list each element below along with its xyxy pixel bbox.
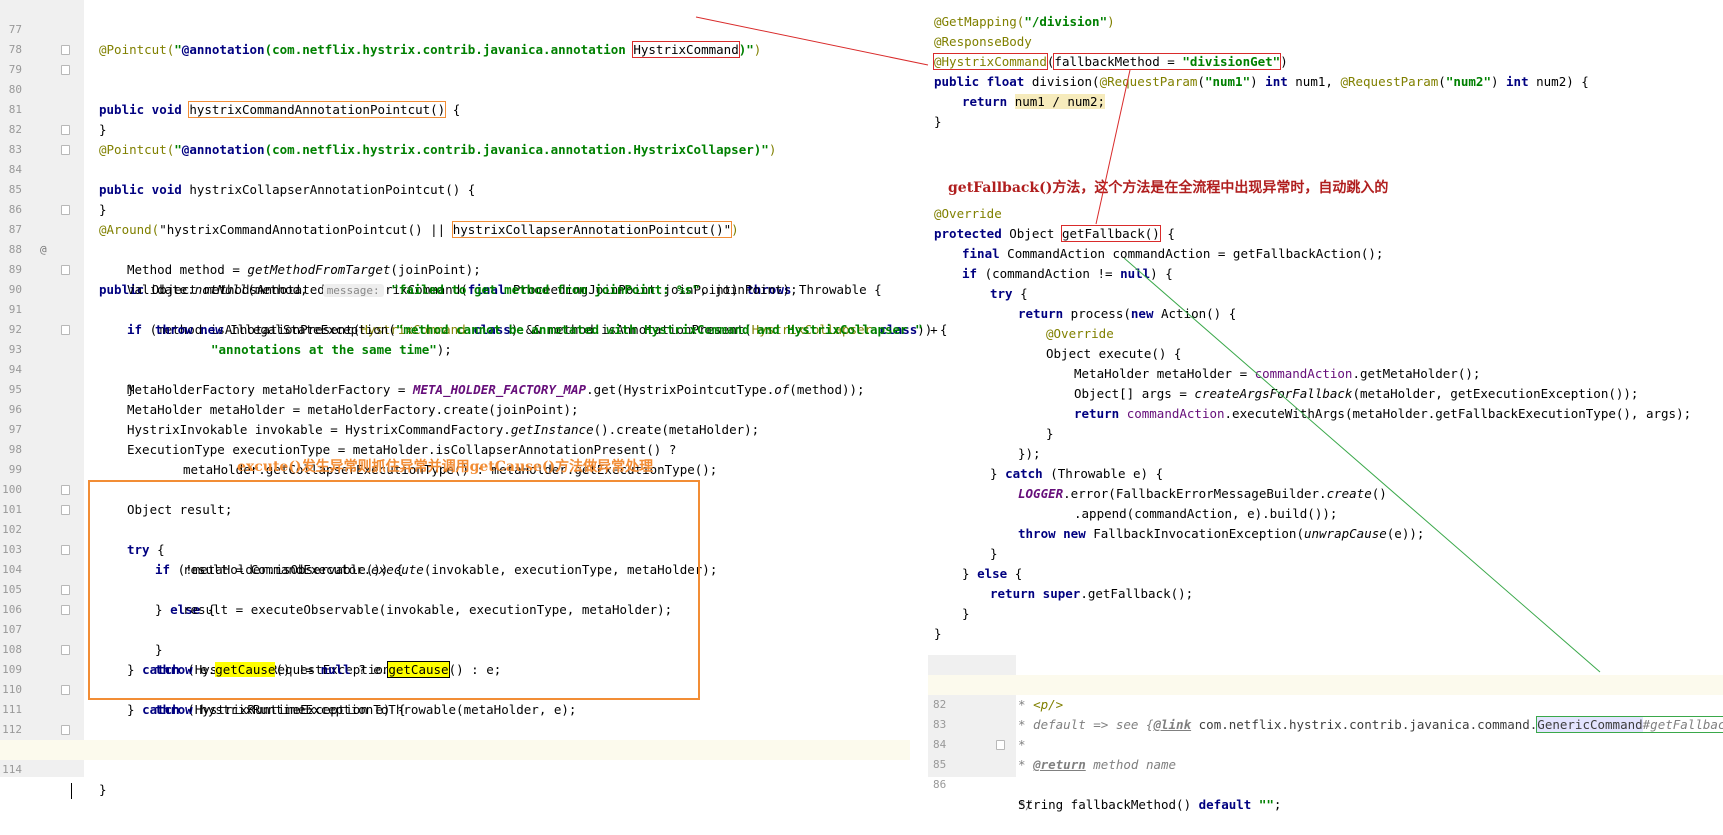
code-line-84[interactable]: 84 } (0, 140, 910, 217)
fold-marker-icon[interactable] (61, 685, 70, 695)
fold-marker-icon[interactable] (61, 205, 70, 215)
javadoc-line-85[interactable]: 85 */ (928, 735, 1723, 812)
snippet-line: return super.getFallback(); (990, 586, 1194, 601)
fold-marker-icon[interactable] (61, 125, 70, 135)
left-editor-pane[interactable]: 77 @Pointcut("@annotation(com.netflix.hy… (0, 0, 947, 799)
javadoc-line-86[interactable]: 86 String fallbackMethod() default ""; (928, 755, 1723, 812)
annotation-note-orange: excute()发生异常则抓住异常并调用getCause()方法做异常处理 (237, 459, 654, 475)
fold-marker-icon[interactable] (61, 605, 70, 615)
code-text: } (99, 782, 107, 797)
code-line-92[interactable]: 92 "annotations at the same time"); (0, 300, 910, 357)
javadoc-editor-pane[interactable]: 81 * <p/> 82 * default => see {@link com… (928, 655, 1723, 812)
code-line-98[interactable]: 98 metaHolder.getCollapserExecutionType(… (0, 420, 910, 477)
code-line-83[interactable]: 83 public void hystrixCollapserAnnotatio… (0, 120, 910, 197)
snippet-line: protected Object getFallback() { (934, 225, 1175, 242)
line-number: 86 (933, 778, 947, 791)
code-line-78[interactable]: 78 (0, 20, 910, 56)
snippet-line: public float division(@RequestParam("num… (934, 74, 1589, 89)
fold-marker-icon[interactable] (61, 725, 70, 735)
snippet-line: } (962, 606, 970, 621)
code-line-91[interactable]: 91 throw new IllegalStateException("meth… (0, 280, 938, 337)
try-block-highlight-box (88, 480, 700, 700)
snippet-line: } (990, 546, 998, 561)
code-line-112[interactable]: 112 return result; (0, 700, 910, 757)
snippet-line: @ResponseBody (934, 34, 1032, 49)
fold-marker-icon[interactable] (61, 145, 70, 155)
fold-marker-icon[interactable] (61, 65, 70, 75)
fold-marker-icon[interactable] (61, 505, 70, 515)
javadoc-line-83[interactable]: 83 * (928, 695, 1723, 752)
code-line-85[interactable]: 85 (0, 160, 910, 196)
code-line-88[interactable]: 88 Method method = getMethodFromTarget(j… (0, 220, 910, 277)
snippet-line: if (commandAction != null) { (962, 266, 1173, 281)
snippet-line: @Override (1046, 326, 1114, 341)
snippet-line: } (934, 626, 942, 641)
text-caret (71, 780, 72, 800)
snippet-line: return commandAction.executeWithArgs(met… (1074, 406, 1692, 421)
code-text: String fallbackMethod() default ""; (1018, 797, 1282, 812)
snippet-line: @Override (934, 206, 1002, 221)
fold-marker-icon[interactable] (61, 585, 70, 595)
code-line-90[interactable]: 90 if (method.isAnnotationPresent(Hystri… (0, 260, 947, 337)
snippet-line: final CommandAction commandAction = getF… (962, 246, 1384, 261)
fold-marker-icon[interactable] (996, 740, 1005, 750)
javadoc-line-84[interactable]: 84 * @return method name (928, 715, 1723, 772)
code-line-79[interactable]: 79 public void hystrixCommandAnnotationP… (0, 40, 910, 118)
code-line-96[interactable]: 96 HystrixInvokable invokable = HystrixC… (0, 380, 910, 437)
annotation-note-red: getFallback()方法，这个方法是在全流程中出现异常时，自动跳入的 (948, 180, 1389, 196)
code-line-86[interactable]: 86 @Around("hystrixCommandAnnotationPoin… (0, 180, 910, 238)
code-line-77[interactable]: 77 @Pointcut("@annotation(com.netflix.hy… (0, 0, 910, 58)
fold-marker-icon[interactable] (61, 265, 70, 275)
snippet-line: @GetMapping("/division") (934, 14, 1115, 29)
code-line-93[interactable]: 93 } (0, 320, 910, 397)
snippet-line: Object execute() { (1046, 346, 1182, 361)
fold-marker-icon[interactable] (61, 45, 70, 55)
snippet-line: } catch (Throwable e) { (990, 466, 1164, 481)
snippet-line: LOGGER.error(FallbackErrorMessageBuilder… (1018, 486, 1387, 501)
snippet-line: @HystrixCommand(fallbackMethod = "divisi… (933, 53, 1288, 70)
code-line-100[interactable]: 100 Object result; excute()发生异常则抓住异常并调用g… (0, 459, 910, 517)
fold-marker-icon[interactable] (61, 485, 70, 495)
snippet-line: } (934, 114, 942, 129)
code-line-82[interactable]: 82 @Pointcut("@annotation(com.netflix.hy… (0, 100, 910, 157)
code-line-80[interactable]: 80 } (0, 60, 910, 137)
code-line-89[interactable]: 89 Validate.notNull(method, message: "fa… (0, 240, 910, 297)
code-line-81[interactable]: 81 (0, 80, 910, 116)
snippet-line: } (1046, 426, 1054, 441)
snippet-line: } else { (962, 566, 1023, 581)
snippet-line: return process(new Action() { (1018, 306, 1237, 321)
javadoc-line-82[interactable]: 82 * default => see {@link com.netflix.h… (928, 675, 1723, 733)
code-line-114-current[interactable]: 114 (0, 740, 910, 799)
code-line-113[interactable]: 113 } (0, 720, 910, 797)
snippet-line: MetaHolder metaHolder = commandAction.ge… (1074, 366, 1481, 381)
snippet-line: Object[] args = createArgsForFallback(me… (1074, 386, 1639, 401)
snippet-line: throw new FallbackInvocationException(un… (1018, 526, 1425, 541)
snippet-line: return num1 / num2; (962, 94, 1105, 109)
fold-marker-icon[interactable] (61, 645, 70, 655)
code-line-87[interactable]: 87 @ public Object methodsAnnotatedWithH… (0, 200, 910, 297)
snippet-line: }); (1018, 446, 1041, 461)
code-line-95[interactable]: 95 MetaHolder metaHolder = metaHolderFac… (0, 360, 910, 417)
right-code-snippet[interactable]: @GetMapping("/division") @ResponseBody @… (930, 12, 1720, 652)
line-number: 114 (2, 763, 22, 776)
code-line-94[interactable]: 94 MetaHolderFactory metaHolderFactory =… (0, 340, 910, 397)
fold-marker-icon[interactable] (61, 545, 70, 555)
fold-marker-icon[interactable] (61, 325, 70, 335)
code-line-97[interactable]: 97 ExecutionType executionType = metaHol… (0, 400, 910, 457)
javadoc-line-81[interactable]: 81 * <p/> (928, 655, 1723, 712)
snippet-line: .append(commandAction, e).build()); (1074, 506, 1338, 521)
snippet-line: try { (990, 286, 1028, 301)
